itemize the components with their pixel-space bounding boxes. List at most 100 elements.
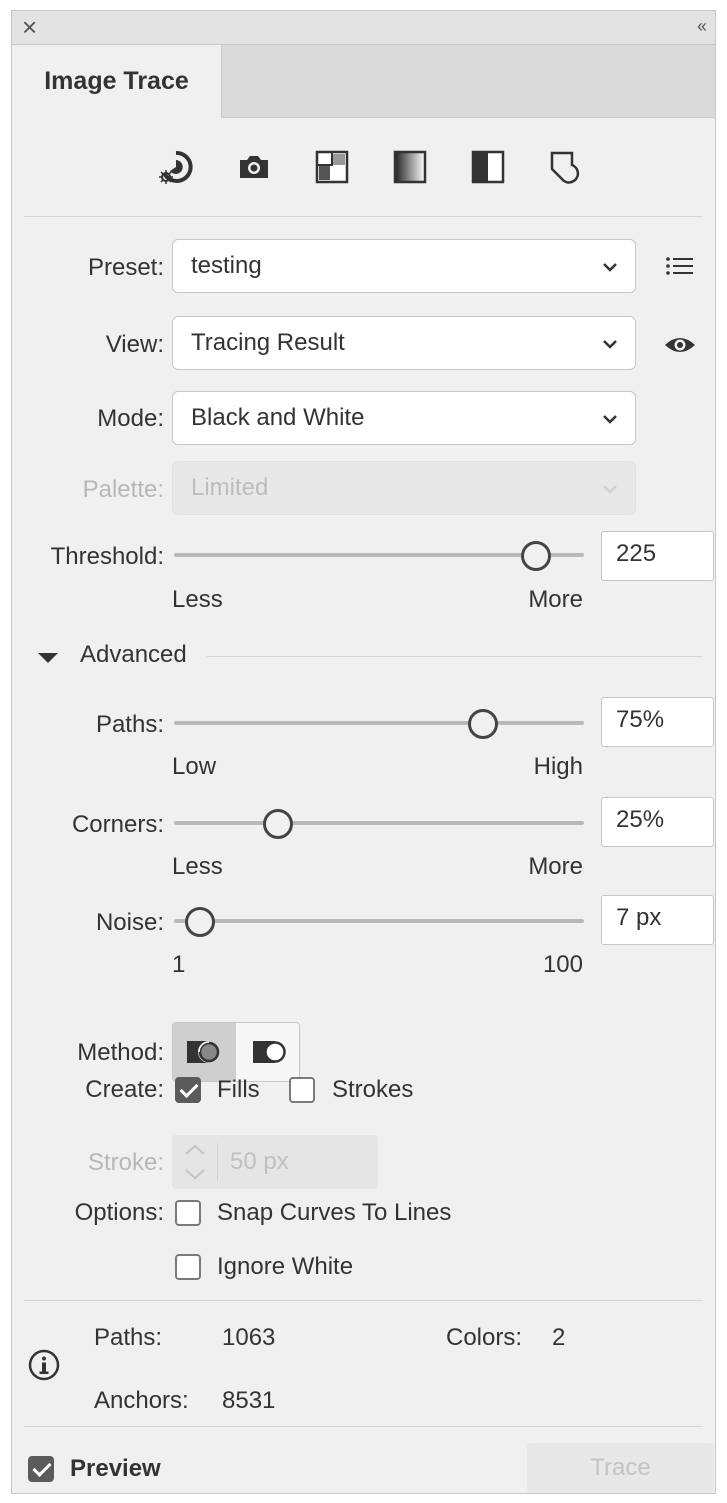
divider [24,1300,703,1301]
paths-slider[interactable] [174,705,584,741]
slider-track [174,821,584,825]
slider-track [174,919,584,923]
collapse-panel-icon[interactable]: ‹‹ [697,16,707,37]
preset-manager-button[interactable] [662,248,698,284]
stepper-divider [217,1143,218,1181]
threshold-value-field[interactable]: 225 [601,531,714,581]
mode-label: Mode: [97,405,164,432]
preset-label: Preset: [87,254,164,281]
noise-value-field[interactable]: 7 px [601,895,714,945]
fills-checkbox[interactable] [175,1077,201,1103]
threshold-min-label: Less [172,586,223,613]
info-anchors-label: Anchors: [94,1387,189,1414]
paths-label: Paths: [95,711,164,738]
advanced-label: Advanced [80,641,187,668]
info-paths-label: Paths: [94,1324,163,1351]
auto-color-button[interactable] [152,143,200,191]
corners-max-label: More [528,853,583,880]
paths-max-label: High [533,753,583,780]
preset-value: testing [191,252,262,279]
divider [24,1426,703,1427]
threshold-slider[interactable] [174,537,584,573]
info-colors-label: Colors: [446,1324,523,1351]
black-and-white-icon [471,150,505,184]
auto-color-icon [159,150,193,184]
info-paths-value: 1063 [222,1324,276,1351]
method-toggle-group [172,1022,300,1082]
low-color-button[interactable] [308,143,356,191]
divider [24,216,703,217]
preview-label: Preview [70,1455,161,1482]
chevron-down-icon [603,340,617,349]
stepper-arrows-icon [185,1144,205,1180]
noise-min-label: 1 [172,951,186,978]
method-overlapping-button[interactable] [237,1023,299,1081]
noise-label: Noise: [95,909,164,936]
stroke-width-field: 50 px [172,1135,378,1189]
divider [207,656,703,657]
info-icon [28,1349,60,1381]
method-abutting-button[interactable] [173,1023,236,1081]
slider-thumb[interactable] [520,541,551,571]
tab-image-trace[interactable]: Image Trace [12,45,222,118]
stroke-label: Stroke: [87,1149,164,1176]
triangle-down-icon [38,653,58,663]
outline-icon [550,151,580,184]
preset-select[interactable]: testing [172,239,636,293]
view-select[interactable]: Tracing Result [172,316,636,370]
threshold-max-label: More [528,586,583,613]
snap-curves-checkbox[interactable] [175,1200,201,1226]
image-trace-panel: × ‹‹ Image Trace Preset: testing View: T… [11,10,716,1494]
stroke-value: 50 px [230,1148,289,1175]
ignore-white-label: Ignore White [217,1253,354,1280]
black-and-white-button[interactable] [464,143,512,191]
info-colors-value: 2 [552,1324,566,1351]
mode-value: Black and White [191,404,365,431]
high-fidelity-photo-button[interactable] [230,143,278,191]
grayscale-button[interactable] [386,143,434,191]
panel-title-bar: × ‹‹ [12,11,715,45]
ignore-white-checkbox[interactable] [175,1254,201,1280]
panel-tab-strip: Image Trace [12,45,715,118]
paths-value-field[interactable]: 75% [601,697,714,747]
corners-slider[interactable] [174,805,584,841]
abutting-method-icon [186,1041,220,1063]
palette-value: Limited [191,474,269,501]
preview-checkbox[interactable] [28,1456,54,1482]
slider-thumb[interactable] [262,809,293,839]
overlapping-method-icon [252,1041,286,1063]
info-anchors-value: 8531 [222,1387,276,1414]
method-label: Method: [77,1039,164,1066]
close-icon[interactable]: × [22,14,37,40]
noise-max-label: 100 [542,951,583,978]
corners-min-label: Less [172,853,223,880]
view-value: Tracing Result [191,329,345,356]
fills-label: Fills [217,1076,260,1103]
strokes-label: Strokes [332,1076,414,1103]
snap-curves-label: Snap Curves To Lines [217,1199,452,1226]
chevron-down-icon [603,485,617,494]
outline-button[interactable] [542,143,590,191]
chevron-down-icon [603,263,617,272]
strokes-checkbox[interactable] [289,1077,315,1103]
slider-thumb[interactable] [184,907,215,937]
camera-icon [240,156,268,178]
toggle-view-button[interactable] [662,327,698,363]
view-label: View: [105,331,164,358]
noise-slider[interactable] [174,903,584,939]
mode-select[interactable]: Black and White [172,391,636,445]
low-color-icon [315,150,349,184]
slider-track [174,721,584,725]
options-label: Options: [74,1199,164,1226]
paths-min-label: Low [172,753,217,780]
threshold-label: Threshold: [50,543,164,570]
palette-select: Limited [172,461,636,515]
grayscale-icon [393,150,427,184]
chevron-down-icon [603,415,617,424]
slider-thumb[interactable] [467,709,498,739]
eye-icon [665,338,695,352]
corners-label: Corners: [71,811,164,838]
trace-button: Trace [527,1443,714,1493]
palette-label: Palette: [82,476,164,503]
corners-value-field[interactable]: 25% [601,797,714,847]
